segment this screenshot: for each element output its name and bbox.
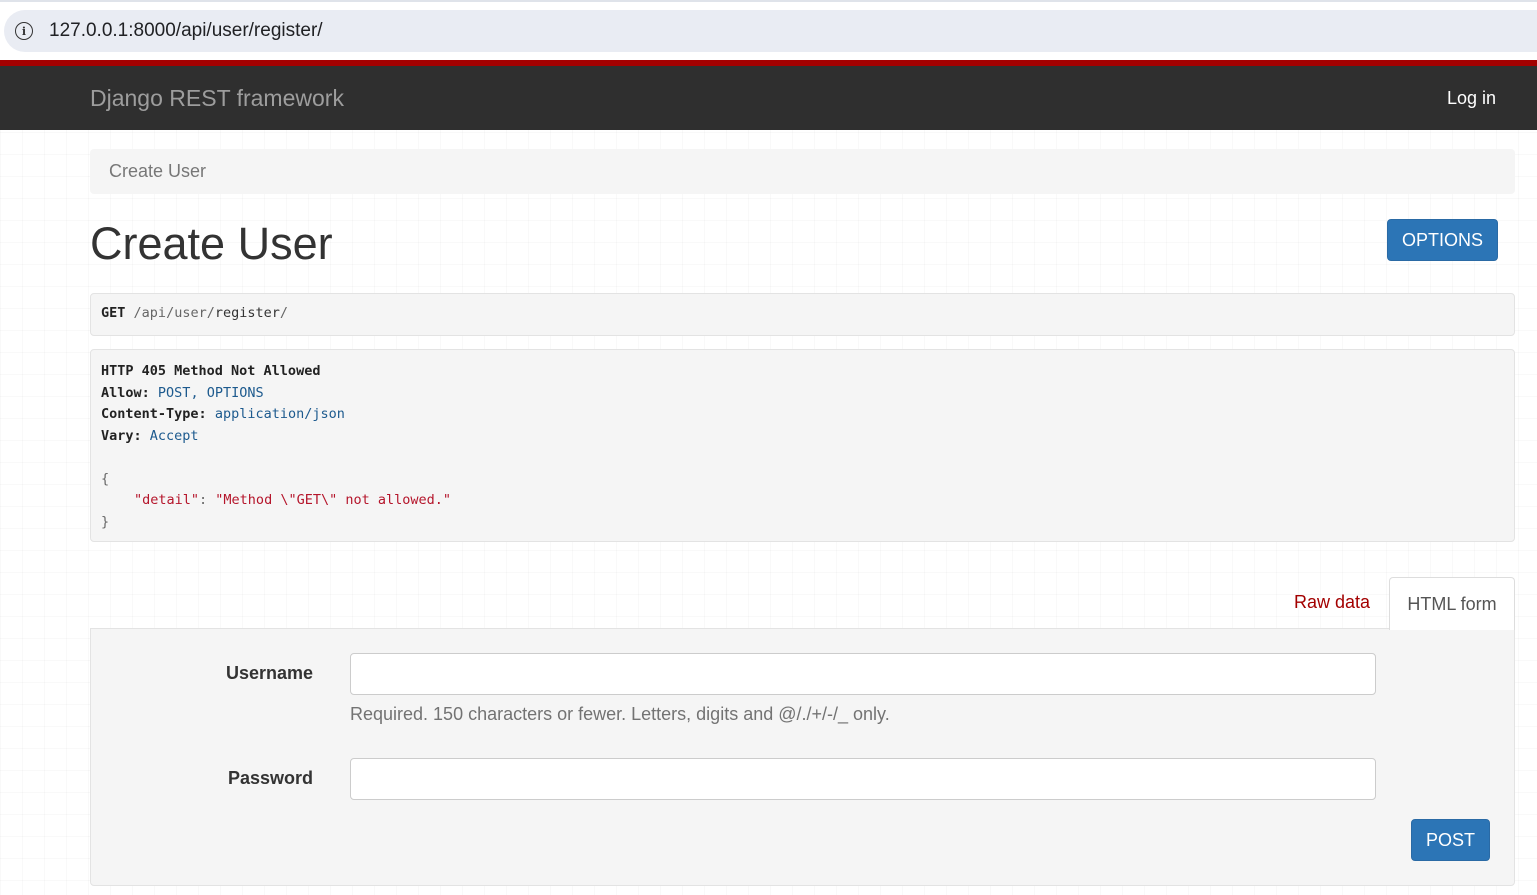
path-segment: api <box>141 305 167 321</box>
path-separator: / <box>279 305 289 321</box>
post-button[interactable]: POST <box>1411 819 1490 861</box>
path-separator: / <box>166 305 175 321</box>
json-separator: : <box>199 492 216 508</box>
header-name: Vary: <box>101 427 142 444</box>
json-open-brace: { <box>101 470 110 487</box>
header-value: Accept <box>149 427 199 444</box>
navbar-brand[interactable]: Django REST framework <box>90 85 344 112</box>
path-segment: user <box>174 305 207 321</box>
username-label: Username <box>225 663 313 683</box>
path-separator: / <box>206 305 215 321</box>
request-method: GET <box>101 305 126 321</box>
breadcrumb: Create User <box>90 149 1515 194</box>
site-info-icon[interactable]: i <box>15 22 33 40</box>
json-close-brace: } <box>101 513 110 530</box>
tab-raw-data[interactable]: Raw data <box>1280 577 1384 627</box>
password-input[interactable] <box>350 758 1376 800</box>
path-segment-link[interactable]: register <box>215 305 280 321</box>
page-title: Create User <box>90 218 333 269</box>
username-help-text: Required. 150 characters or fewer. Lette… <box>350 704 890 724</box>
browser-tab-strip-edge <box>0 0 1537 2</box>
request-info: GET /api/user/register/ <box>90 293 1515 336</box>
path-separator: / <box>133 305 142 321</box>
username-input[interactable] <box>350 653 1376 695</box>
tab-html-form[interactable]: HTML form <box>1389 577 1515 630</box>
header-value: OPTIONS <box>206 384 264 401</box>
breadcrumb-current: Create User <box>109 161 207 181</box>
password-label: Password <box>227 768 313 788</box>
options-button[interactable]: OPTIONS <box>1387 219 1498 261</box>
response-status-line: HTTP 405 Method Not Allowed <box>101 363 321 379</box>
header-name: Allow: <box>101 384 150 401</box>
json-value: "Method \"GET\" not allowed." <box>215 492 451 508</box>
header-name: Content-Type: <box>101 406 207 422</box>
header-value: POST <box>157 384 191 401</box>
header-value-separator: , <box>190 384 207 401</box>
url-bar[interactable]: i 127.0.0.1:8000/api/user/register/ <box>4 10 1537 52</box>
navbar: Django REST framework Log in <box>0 60 1537 130</box>
response-info: HTTP 405 Method Not Allowed Allow: POST,… <box>90 349 1515 542</box>
url-text[interactable]: 127.0.0.1:8000/api/user/register/ <box>49 20 323 42</box>
header-value: application/json <box>214 406 345 422</box>
browser-address-bar: i 127.0.0.1:8000/api/user/register/ <box>0 0 1537 60</box>
login-link[interactable]: Log in <box>1447 88 1496 109</box>
json-key: "detail" <box>134 492 200 508</box>
